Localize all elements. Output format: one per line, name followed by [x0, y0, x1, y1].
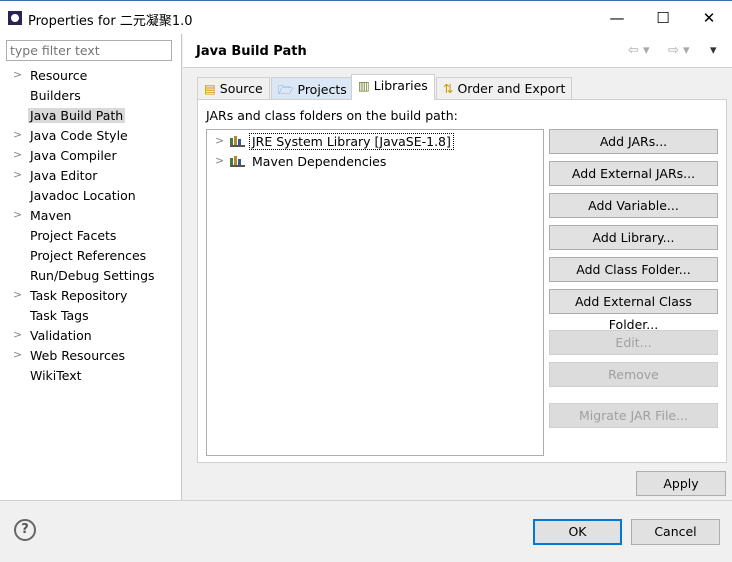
tab-order-export[interactable]: ⇅ Order and Export	[436, 77, 573, 99]
title-bar: Properties for 二元凝聚1.0 — ☐ ✕	[0, 0, 732, 34]
library-action-button[interactable]: Remove	[549, 362, 718, 387]
sidebar-item[interactable]: Project References	[0, 246, 182, 266]
sidebar-item[interactable]: Run/Debug Settings	[0, 266, 182, 286]
sidebar-item-label: Java Editor	[30, 168, 98, 183]
sidebar-item-label: Resource	[30, 68, 88, 83]
filter-input[interactable]	[6, 40, 172, 61]
folder-icon: 🗁	[278, 82, 294, 97]
chevron-right-icon[interactable]: >	[13, 168, 22, 181]
sidebar-item[interactable]: > Task Repository	[0, 286, 182, 306]
tab-label: Libraries	[373, 78, 428, 93]
library-action-button[interactable]: Edit...	[549, 330, 718, 355]
sidebar-item[interactable]: > Java Compiler	[0, 146, 182, 166]
chevron-right-icon[interactable]: >	[13, 68, 22, 81]
apply-button[interactable]: Apply	[636, 471, 726, 496]
tab-label: Order and Export	[457, 81, 566, 96]
sidebar-item-label: Project References	[30, 248, 147, 263]
close-button[interactable]: ✕	[686, 1, 732, 35]
sidebar-item-label: Java Build Path	[28, 108, 126, 123]
sidebar-item[interactable]: Task Tags	[0, 306, 182, 326]
sidebar-item[interactable]: > Java Code Style	[0, 126, 182, 146]
sidebar-item-label: Web Resources	[30, 348, 126, 363]
order-icon: ⇅	[443, 81, 454, 96]
sidebar-item-label: Maven	[30, 208, 72, 223]
page-title: Java Build Path	[196, 44, 307, 59]
cancel-button[interactable]: Cancel	[631, 519, 720, 545]
library-icon	[230, 156, 245, 167]
build-path-caption: JARs and class folders on the build path…	[206, 108, 458, 123]
back-icon[interactable]: ⇦ ▾	[628, 43, 650, 58]
chevron-right-icon[interactable]: >	[215, 134, 224, 147]
sidebar-item[interactable]: > Maven	[0, 206, 182, 226]
sidebar-item-label: Java Compiler	[30, 148, 117, 163]
sidebar-item-label: Project Facets	[30, 228, 117, 243]
minimize-button[interactable]: —	[594, 1, 640, 35]
maximize-button[interactable]: ☐	[640, 1, 686, 35]
sidebar-item-label: Javadoc Location	[30, 188, 136, 203]
chevron-right-icon[interactable]: >	[13, 148, 22, 161]
chevron-right-icon[interactable]: >	[13, 208, 22, 221]
sidebar-item[interactable]: Project Facets	[0, 226, 182, 246]
sidebar-item[interactable]: > Resource	[0, 66, 182, 86]
library-action-button[interactable]: Add JARs...	[549, 129, 718, 154]
forward-icon[interactable]: ⇨ ▾	[668, 43, 690, 58]
sidebar-item-label: Builders	[30, 88, 81, 103]
library-action-button[interactable]: Add Library...	[549, 225, 718, 250]
ok-button[interactable]: OK	[533, 519, 622, 545]
sidebar-item[interactable]: > Web Resources	[0, 346, 182, 366]
libraries-panel: JARs and class folders on the build path…	[197, 99, 727, 463]
eclipse-icon	[8, 11, 22, 25]
library-tree[interactable]: > JRE System Library [JavaSE-1.8] > Maven D…	[206, 129, 544, 456]
tab-label: Source	[219, 81, 263, 96]
chevron-right-icon[interactable]: >	[13, 128, 22, 141]
sidebar: > Resource Builders Java Build Path > Java Co…	[0, 34, 182, 500]
library-icon	[230, 136, 245, 147]
chevron-right-icon[interactable]: >	[13, 348, 22, 361]
sidebar-item[interactable]: > Validation	[0, 326, 182, 346]
sidebar-item[interactable]: Builders	[0, 86, 182, 106]
sidebar-item-label: WikiText	[30, 368, 82, 383]
library-icon: ▥	[358, 78, 370, 93]
tab-source[interactable]: ▤ Source	[197, 77, 270, 99]
source-icon: ▤	[204, 81, 216, 96]
chevron-right-icon[interactable]: >	[13, 288, 22, 301]
library-action-button[interactable]: Add Class Folder...	[549, 257, 718, 282]
library-entry[interactable]: > Maven Dependencies	[207, 152, 537, 172]
sidebar-item-label: Task Tags	[30, 308, 89, 323]
tab-libraries[interactable]: ▥ Libraries	[351, 74, 435, 100]
chevron-right-icon[interactable]: >	[215, 154, 224, 167]
tab-label: Projects	[297, 82, 347, 97]
menu-icon[interactable]: ▾	[710, 43, 717, 58]
sidebar-item[interactable]: > Java Editor	[0, 166, 182, 186]
library-action-button[interactable]: Add External JARs...	[549, 161, 718, 186]
sidebar-item-label: Java Code Style	[30, 128, 128, 143]
tab-projects[interactable]: 🗁 Projects	[271, 77, 354, 99]
library-entry[interactable]: > JRE System Library [JavaSE-1.8]	[207, 132, 537, 152]
sidebar-item-label: Validation	[30, 328, 92, 343]
sidebar-item-label: Run/Debug Settings	[30, 268, 155, 283]
sidebar-item[interactable]: Javadoc Location	[0, 186, 182, 206]
library-action-button[interactable]: Add External Class Folder...	[549, 289, 718, 332]
property-page: Java Build Path ⇦ ▾ ⇨ ▾ ▾ ▤ Source 🗁 Pro…	[183, 34, 732, 500]
dialog-footer: ? OK Cancel	[0, 500, 732, 562]
library-action-button[interactable]: Add Variable...	[549, 193, 718, 218]
window-title: Properties for 二元凝聚1.0	[28, 14, 193, 29]
sidebar-item-label: Task Repository	[30, 288, 128, 303]
sidebar-item[interactable]: Java Build Path	[0, 106, 182, 126]
library-entry-label: JRE System Library [JavaSE-1.8]	[249, 133, 454, 150]
chevron-right-icon[interactable]: >	[13, 328, 22, 341]
help-icon[interactable]: ?	[14, 519, 36, 541]
library-entry-label: Maven Dependencies	[252, 154, 387, 169]
page-header: Java Build Path ⇦ ▾ ⇨ ▾ ▾	[183, 34, 732, 68]
library-action-button[interactable]: Migrate JAR File...	[549, 403, 718, 428]
sidebar-item[interactable]: WikiText	[0, 366, 182, 386]
